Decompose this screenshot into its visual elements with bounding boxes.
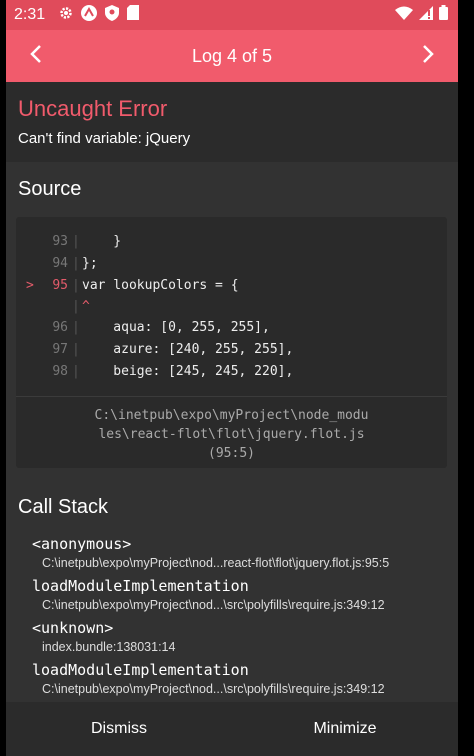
stack-frame-function: loadModuleImplementation [32,577,249,595]
code-line: 96 | aqua: [0, 255, 255], [16,316,447,338]
shield-icon [105,4,120,26]
line-number: 95 [52,277,68,293]
code-text: var lookupColors = { [82,277,239,293]
stack-frame-location: C:\inetpub\expo\myProject\nod...\src\pol… [42,598,385,612]
call-stack-heading: Call Stack [18,496,109,518]
gutter-separator: | [72,341,80,357]
battery-icon [439,5,448,25]
stack-frame-function: <anonymous> [32,535,132,553]
code-line: >95 | var lookupColors = { [16,274,447,296]
code-text: beige: [245, 245, 220], [82,363,294,379]
stack-frame[interactable]: <unknown> index.bundle:138031:14 [32,618,452,660]
code-text: azure: [240, 255, 255], [82,341,294,357]
line-number: 97 [52,341,68,357]
stack-frame[interactable]: <anonymous> C:\inetpub\expo\myProject\nod… [32,534,452,576]
code-line: 93 | } [16,230,447,252]
code-line: 97 | azure: [240, 255, 255], [16,338,447,360]
gutter-separator: | [72,255,80,271]
next-log-button[interactable] [402,30,454,82]
code-text: } [82,233,122,249]
code-text: }; [82,255,98,271]
stack-frame-location: index.bundle:138031:14 [42,640,176,654]
footer-bar: Dismiss Minimize [6,702,458,756]
gutter-separator: | [72,363,80,379]
signal-icon [419,5,433,25]
previous-log-button[interactable] [10,30,62,82]
line-number: 96 [52,319,68,335]
line-number: 94 [52,255,68,271]
status-right [395,5,448,25]
code-line: | ^ [16,296,447,316]
source-file-position: (95:5) [208,446,255,461]
call-stack-list: <anonymous> C:\inetpub\expo\myProject\nod… [32,534,452,702]
sd-card-icon [127,5,140,25]
source-code-frame[interactable]: 93 | } 94 |}; >95 | var lookupColors = {| ^ 96 | … [16,217,447,468]
log-header: Log 4 of 5 [6,30,458,82]
code-lines: 93 | } 94 |}; >95 | var lookupColors = {| ^ 96 | … [16,217,447,382]
code-text: ^ [82,298,90,314]
chevron-left-icon [29,44,43,69]
status-time: 2:31 [14,6,46,23]
stack-frame[interactable]: loadModuleImplementation C:\inetpub\expo\… [32,576,452,618]
gutter-separator: | [72,277,80,293]
stack-frame-function: <unknown> [32,619,114,637]
code-line: 98 | beige: [245, 245, 220], [16,360,447,382]
source-file-path[interactable]: C:\inetpub\expo\myProject\node_modu les\… [16,396,447,468]
gutter-separator: | [72,319,80,335]
chevron-right-icon [421,44,435,69]
error-line-marker: > [26,277,34,293]
code-text: aqua: [0, 255, 255], [82,319,270,335]
stack-frame[interactable]: loadModuleImplementation C:\inetpub\expo\… [32,660,452,702]
minimize-button[interactable]: Minimize [232,702,458,756]
dismiss-button[interactable]: Dismiss [6,702,232,756]
gutter-separator: | [72,233,80,249]
line-number: 98 [52,363,68,379]
gutter-separator: | [72,298,80,314]
line-number: 93 [52,233,68,249]
error-summary: Uncaught Error Can't find variable: jQue… [6,82,458,162]
wifi-icon [395,6,413,25]
error-title: Uncaught Error [18,96,168,121]
device-frame: 2:31 Log 4 of 5 Uncaught Error Can't fin… [0,0,474,756]
stack-frame-location: C:\inetpub\expo\myProject\nod...\src\pol… [42,682,385,696]
expo-icon [81,4,98,26]
source-file-line2: les\react-flot\flot\jquery.flot.js [98,427,365,442]
code-line: 94 |}; [16,252,447,274]
stack-frame-function: loadModuleImplementation [32,661,249,679]
gear-icon [59,6,73,25]
log-title: Log 4 of 5 [191,45,273,66]
error-message: Can't find variable: jQuery [18,130,191,147]
status-bar: 2:31 [6,0,458,30]
source-heading: Source [18,178,82,200]
source-file-line1: C:\inetpub\expo\myProject\node_modu [94,408,369,423]
stack-frame-location: C:\inetpub\expo\myProject\nod...react-fl… [42,556,390,570]
screen: 2:31 Log 4 of 5 Uncaught Error Can't fin… [6,0,458,756]
